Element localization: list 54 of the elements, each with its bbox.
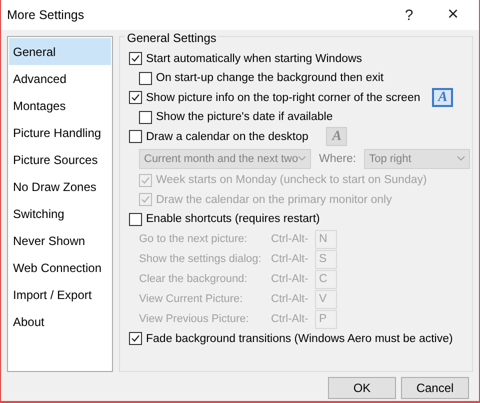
sidebar-item[interactable]: Advanced bbox=[9, 65, 111, 92]
key-field: P bbox=[315, 310, 337, 328]
shortcut-label: Go to the next picture: bbox=[139, 233, 248, 245]
sidebar-item[interactable]: Import / Export bbox=[9, 281, 111, 308]
checkbox-label: Enable shortcuts (requires restart) bbox=[146, 213, 320, 226]
checkbox[interactable] bbox=[139, 72, 152, 85]
group-title: General Settings bbox=[125, 31, 218, 45]
key-field: C bbox=[315, 270, 337, 288]
shortcut-label: View Current Picture: bbox=[139, 293, 244, 305]
shortcut-label: View Previous Picture: bbox=[139, 313, 250, 325]
chevron-down-icon bbox=[457, 156, 466, 161]
modifier-label: Ctrl-Alt- bbox=[271, 273, 310, 285]
checkbox[interactable] bbox=[129, 91, 142, 104]
key-field: S bbox=[315, 250, 337, 268]
sidebar-item[interactable]: Picture Handling bbox=[9, 119, 111, 146]
cancel-button[interactable]: Cancel bbox=[401, 377, 469, 399]
sidebar-item[interactable]: Never Shown bbox=[9, 227, 111, 254]
checkbox[interactable] bbox=[139, 110, 152, 124]
shortcut-label: Clear the background: bbox=[139, 273, 248, 285]
sidebar-item[interactable]: General bbox=[9, 38, 111, 65]
shortcut-label: Show the settings dialog: bbox=[139, 253, 262, 265]
modifier-label: Ctrl-Alt- bbox=[271, 293, 310, 305]
window-title: More Settings bbox=[7, 8, 86, 22]
modifier-label: Ctrl-Alt- bbox=[271, 233, 310, 245]
chevron-down-icon bbox=[298, 156, 306, 161]
dropdown: Top right bbox=[364, 148, 470, 168]
close-button[interactable]: × bbox=[433, 2, 473, 28]
checkbox[interactable] bbox=[129, 130, 142, 144]
sidebar-item[interactable]: No Draw Zones bbox=[9, 173, 111, 200]
checkbox-label: Draw the calendar on the primary monitor only bbox=[156, 194, 392, 206]
key-field: V bbox=[315, 290, 337, 308]
font-button[interactable]: A bbox=[432, 88, 454, 108]
modifier-label: Ctrl-Alt- bbox=[271, 313, 310, 325]
sidebar-item[interactable]: Montages bbox=[9, 92, 111, 119]
key-field: N bbox=[315, 230, 337, 248]
checkbox-label: Show the picture's date if available bbox=[156, 111, 333, 124]
checkbox-label: Week starts on Monday (uncheck to start on Sunday) bbox=[156, 174, 427, 186]
checkbox-label: On start-up change the background then exit bbox=[156, 72, 384, 84]
checkbox-label: Fade background transitions (Windows Aero must be active) bbox=[146, 332, 453, 345]
help-button[interactable]: ? bbox=[389, 2, 429, 28]
sidebar-item[interactable]: Picture Sources bbox=[9, 146, 111, 173]
checkbox[interactable] bbox=[129, 212, 142, 226]
sidebar-item[interactable]: Web Connection bbox=[9, 254, 111, 281]
checkbox[interactable] bbox=[129, 52, 142, 66]
checkbox[interactable] bbox=[129, 332, 142, 346]
checkbox-label: Show picture info on the top-right corner of the screen bbox=[146, 92, 420, 104]
checkbox-label: Start automatically when starting Windows bbox=[146, 52, 362, 65]
dropdown: Current month and the next two bbox=[139, 148, 311, 168]
sidebar-item[interactable]: About bbox=[9, 308, 111, 335]
checkbox-label: Draw a calendar on the desktop bbox=[146, 130, 308, 143]
field-label: Where: bbox=[319, 152, 356, 164]
ok-button[interactable]: OK bbox=[328, 377, 396, 399]
sidebar-item[interactable]: Switching bbox=[9, 200, 111, 227]
modifier-label: Ctrl-Alt- bbox=[271, 253, 310, 265]
